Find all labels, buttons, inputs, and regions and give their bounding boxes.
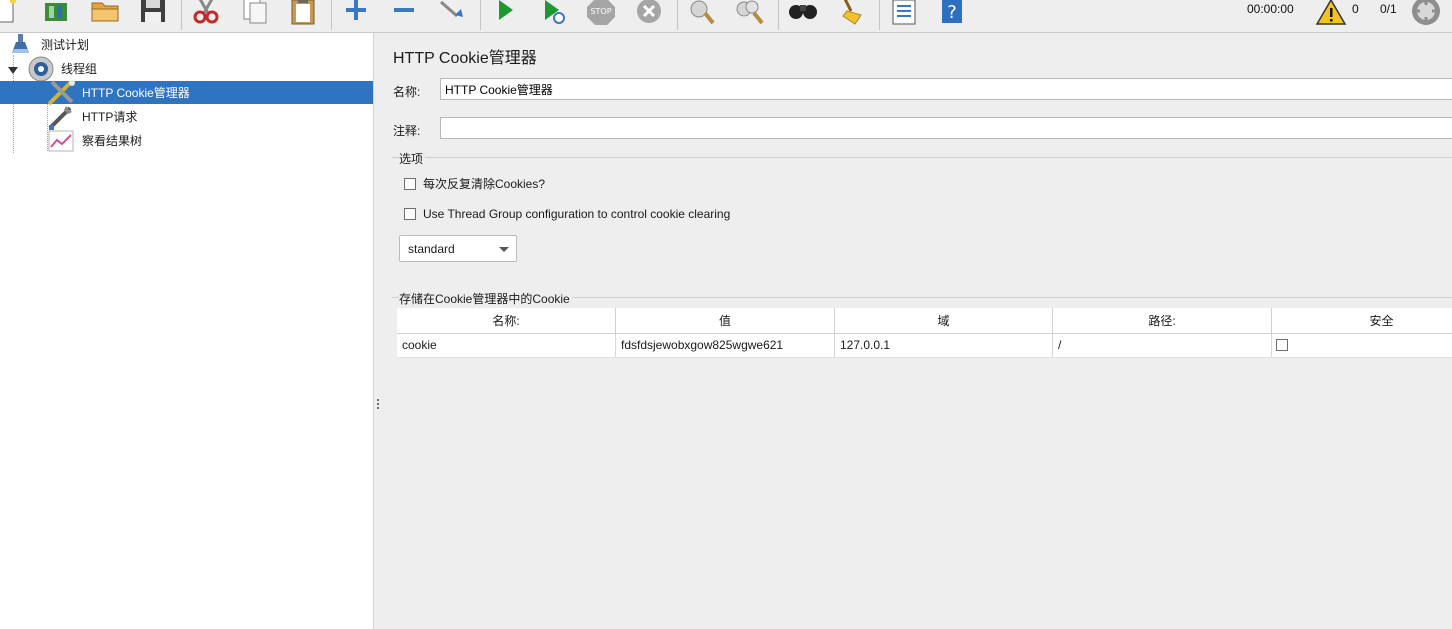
cookie-policy-select[interactable]: standard: [399, 235, 517, 262]
cell-name[interactable]: cookie: [397, 334, 616, 357]
cell-value[interactable]: fdsfdsjewobxgow825wgwe621: [616, 334, 835, 357]
paste-icon[interactable]: [286, 0, 320, 28]
results-tree-icon: [48, 129, 74, 156]
function-helper-icon[interactable]: [887, 0, 921, 28]
help-icon[interactable]: ?: [935, 0, 969, 28]
cell-secure[interactable]: [1272, 334, 1452, 357]
grip-dot: [377, 403, 379, 405]
cell-domain[interactable]: 127.0.0.1: [835, 334, 1053, 357]
tree-item-label: HTTP请求: [82, 110, 138, 124]
grip-dot: [377, 407, 379, 409]
remote-status-icon: [1409, 0, 1443, 28]
search-icon[interactable]: [786, 0, 820, 28]
tree-item-label: 察看结果树: [82, 134, 143, 148]
table-header: 名称: 值 域 路径: 安全: [397, 308, 1452, 334]
reset-search-icon[interactable]: [835, 0, 869, 28]
clear-each-iteration-label: 每次反复清除Cookies?: [423, 177, 546, 191]
name-label: 名称:: [393, 85, 421, 99]
collapse-icon[interactable]: [387, 0, 421, 28]
column-header-secure[interactable]: 安全: [1272, 308, 1452, 333]
cell-path[interactable]: /: [1053, 334, 1272, 357]
comment-field[interactable]: [440, 117, 1452, 139]
column-header-name[interactable]: 名称:: [397, 308, 616, 333]
tree-item-label: 线程组: [61, 62, 98, 76]
collapse-arrow-icon[interactable]: [8, 64, 18, 78]
column-header-domain[interactable]: 域: [835, 308, 1053, 333]
warning-icon[interactable]: [1314, 0, 1348, 28]
cut-icon[interactable]: [189, 0, 223, 28]
expand-icon[interactable]: [339, 0, 373, 28]
column-header-path[interactable]: 路径:: [1053, 308, 1272, 333]
shutdown-icon[interactable]: [632, 0, 666, 28]
elapsed-time: 00:00:00: [1247, 2, 1294, 16]
grip-dot: [377, 399, 379, 401]
split-pane-divider[interactable]: [374, 33, 382, 629]
open-icon[interactable]: [88, 0, 122, 28]
start-icon[interactable]: [488, 0, 522, 28]
stored-cookies-group-title: 存储在Cookie管理器中的Cookie: [399, 290, 572, 307]
tree-item-results-tree[interactable]: 察看结果树: [0, 129, 373, 152]
warning-count: 0: [1352, 2, 1359, 16]
test-plan-tree: 测试计划 线程组 HTTP Cookie管理器 HTTP请求 察看结果树: [0, 33, 374, 629]
start-no-pauses-icon[interactable]: [536, 0, 570, 28]
tree-item-cookie-manager[interactable]: HTTP Cookie管理器: [0, 80, 373, 106]
cookie-policy-value: standard: [408, 242, 455, 256]
tree-item-test-plan[interactable]: 测试计划: [0, 33, 373, 56]
table-row[interactable]: cookie fdsfdsjewobxgow825wgwe621 127.0.0…: [397, 334, 1452, 358]
templates-icon[interactable]: [40, 0, 74, 28]
tree-item-label: 测试计划: [41, 38, 90, 52]
clear-all-icon[interactable]: [733, 0, 767, 28]
tree-item-thread-group[interactable]: 线程组: [0, 56, 373, 82]
svg-text:?: ?: [947, 2, 957, 23]
active-threads: 0/1: [1380, 2, 1397, 16]
clear-each-iteration-checkbox[interactable]: [404, 177, 416, 190]
name-field[interactable]: [440, 78, 1452, 100]
panel-title: HTTP Cookie管理器: [393, 50, 537, 67]
cookie-manager-panel: HTTP Cookie管理器 名称: 注释: 选项 每次反复清除Cookies?…: [382, 33, 1452, 629]
toolbar: STOP ? 00:00:00 0 0/1: [0, 0, 1452, 33]
chevron-down-icon: [499, 247, 509, 252]
save-icon[interactable]: [136, 0, 170, 28]
secure-checkbox[interactable]: [1276, 339, 1288, 351]
svg-text:STOP: STOP: [590, 7, 611, 16]
comment-label: 注释:: [393, 124, 421, 138]
options-group-title: 选项: [399, 150, 426, 167]
toggle-icon[interactable]: [435, 0, 469, 28]
tree-item-http-request[interactable]: HTTP请求: [0, 105, 373, 130]
column-header-value[interactable]: 值: [616, 308, 835, 333]
new-icon[interactable]: [0, 0, 22, 28]
copy-icon[interactable]: [238, 0, 272, 28]
clear-each-iteration-option[interactable]: 每次反复清除Cookies?: [404, 175, 545, 192]
tree-item-label: HTTP Cookie管理器: [82, 86, 190, 100]
thread-group-config-checkbox[interactable]: [404, 208, 416, 220]
thread-group-config-option[interactable]: Use Thread Group configuration to contro…: [404, 207, 730, 221]
options-group-border: [392, 157, 1452, 158]
thread-group-config-label: Use Thread Group configuration to contro…: [423, 207, 731, 221]
clear-icon[interactable]: [685, 0, 719, 28]
stop-icon[interactable]: STOP: [584, 0, 618, 28]
